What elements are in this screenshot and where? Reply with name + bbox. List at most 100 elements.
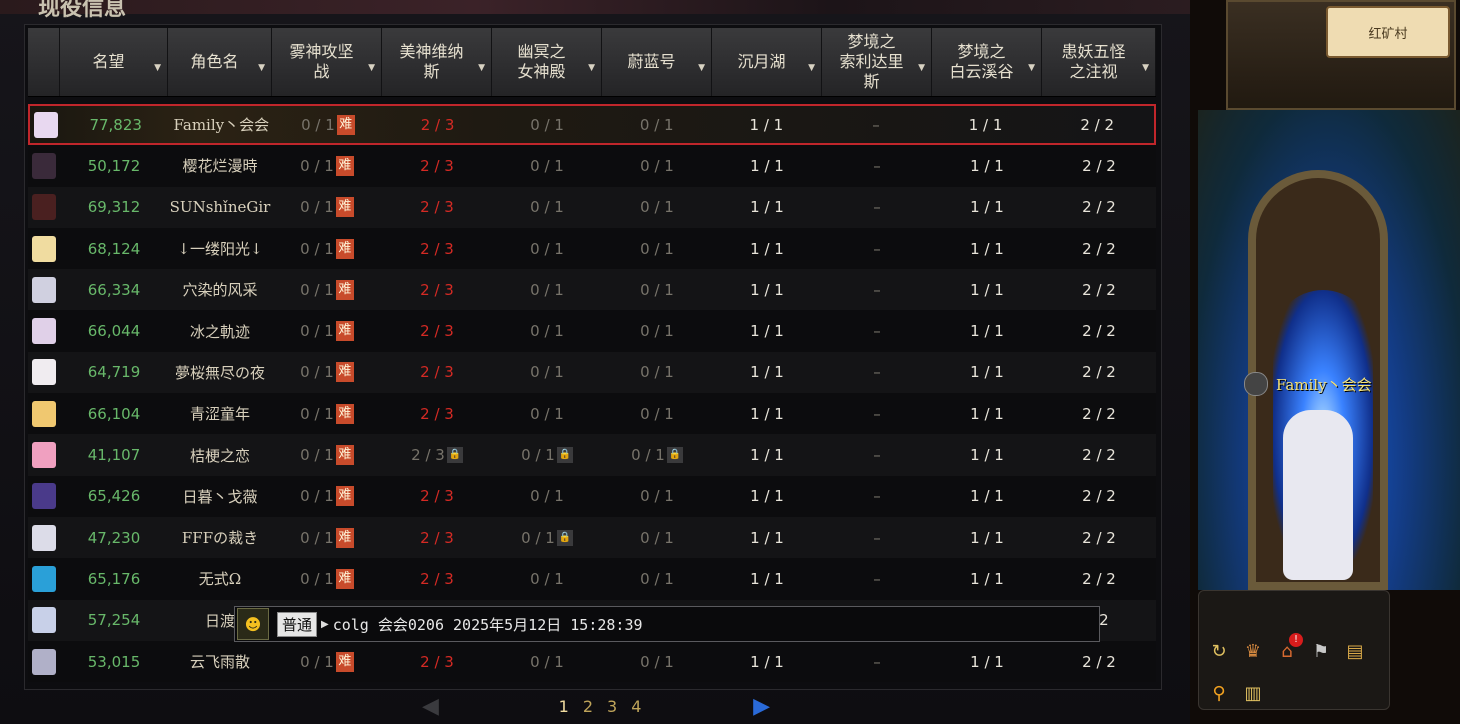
dungeon-icon[interactable]: ⚑ — [1307, 637, 1335, 665]
table-row[interactable]: 53,015 云飞雨散 0 / 1难2 / 30 / 10 / 11 / 1–1 /… — [28, 640, 1156, 683]
page-link-4[interactable]: 4 — [631, 697, 641, 716]
fame-value: 65,426 — [87, 487, 141, 506]
progress-c1: 0 / 1难 — [272, 486, 382, 507]
lock-icon: 🔒 — [446, 447, 463, 464]
table-row[interactable]: 68,124 ↓一缕阳光↓ 0 / 1难2 / 30 / 10 / 11 / 1–1… — [28, 227, 1156, 270]
sort-arrow-icon[interactable]: ▼ — [368, 58, 375, 78]
home-icon[interactable]: ⌂! — [1273, 633, 1303, 665]
page-link-3[interactable]: 3 — [607, 697, 617, 716]
sort-arrow-icon[interactable]: ▼ — [1142, 58, 1149, 78]
progress-c1: 0 / 1难 — [272, 321, 382, 342]
progress-c5: 1 / 1 — [712, 116, 822, 134]
progress-text: 0 / 1 — [530, 280, 564, 299]
avatar — [32, 359, 56, 386]
sort-arrow-icon[interactable]: ▼ — [698, 58, 705, 78]
sort-arrow-icon[interactable]: ▼ — [258, 58, 265, 78]
hard-badge-icon: 难 — [335, 362, 354, 383]
progress-text: 1 / 1 — [970, 652, 1004, 671]
progress-text: 1 / 1 — [970, 569, 1004, 588]
sort-arrow-icon[interactable]: ▼ — [1028, 58, 1035, 78]
avatar-cell — [28, 565, 60, 592]
progress-text: 0 / 1 — [640, 239, 674, 258]
fame-value: 57,254 — [87, 611, 141, 630]
table-row[interactable]: 69,312 SUNshǐneGir 0 / 1难2 / 30 / 10 / 11 … — [28, 186, 1156, 228]
progress-text: – — [873, 239, 881, 258]
character-name: 青涩童年 — [189, 405, 250, 424]
progress-text: – — [873, 156, 881, 175]
sort-arrow-icon[interactable]: ▼ — [478, 58, 485, 78]
character-name: SUNshǐneGir — [169, 198, 271, 217]
progress-c6: – — [822, 198, 932, 216]
refresh-icon[interactable]: ↻ — [1205, 637, 1233, 665]
sort-arrow-icon[interactable]: ▼ — [588, 58, 595, 78]
progress-text: 0 / 1 — [300, 569, 334, 588]
column-header-9[interactable]: 梦境之 白云溪谷 ▼ — [932, 28, 1042, 96]
progress-text: 0 / 1 — [640, 652, 674, 671]
progress-c5: 1 / 1 — [712, 363, 822, 381]
table-body: 77,823 Family丶会会 0 / 1难2 / 30 / 10 / 11 / … — [28, 104, 1156, 683]
hard-badge-icon: 难 — [335, 568, 354, 589]
progress-text: 0 / 1 — [530, 404, 564, 423]
player-character[interactable] — [1283, 410, 1353, 580]
progress-c5: 1 / 1 — [712, 405, 822, 423]
progress-c2: 2 / 3 — [383, 116, 493, 134]
game-toolbar: ↻ ♛ ⌂! ⚑ ▤ ⚲ ▥ — [1198, 590, 1390, 710]
progress-text: – — [873, 198, 881, 217]
book-icon[interactable]: ▥ — [1239, 679, 1267, 707]
column-header-10[interactable]: 患妖五怪 之注视 ▼ — [1042, 28, 1156, 96]
column-header-3[interactable]: 雾神攻坚 战 ▼ — [272, 28, 382, 96]
sort-arrow-icon[interactable]: ▼ — [808, 58, 815, 78]
table-row[interactable]: 41,107 桔梗之恋 0 / 1难2 / 3 🔒 0 / 1 🔒 0 / 1 🔒 1 / 1–… — [28, 434, 1156, 476]
chat-emote-icon[interactable]: ☻ — [237, 608, 269, 640]
chat-channel-tab[interactable]: 普通 — [277, 611, 318, 637]
guild-icon[interactable]: ♛ — [1239, 637, 1267, 665]
table-row[interactable]: 64,719 夢桜無尽の夜 0 / 1难2 / 30 / 10 / 11 / 1–1… — [28, 351, 1156, 394]
progress-text: 0 / 1 — [530, 363, 564, 382]
table-row[interactable]: 65,176 无式Ω 0 / 1难2 / 30 / 10 / 11 / 1–1 / … — [28, 558, 1156, 600]
column-header-8[interactable]: 梦境之 索利达里 斯 ▼ — [822, 28, 932, 96]
page-numbers: 1234 — [552, 697, 649, 716]
progress-text: 0 / 1 — [530, 652, 564, 671]
column-header-label: 梦境之 索利达里 斯 — [839, 32, 904, 91]
column-header-7[interactable]: 沉月湖 ▼ — [712, 28, 822, 96]
prev-page-arrow-icon[interactable]: ◀ — [422, 694, 439, 719]
column-header-4[interactable]: 美神维纳 斯 ▼ — [382, 28, 492, 96]
avatar — [32, 483, 56, 510]
table-row[interactable]: 66,104 青涩童年 0 / 1难2 / 30 / 10 / 11 / 1–1 /… — [28, 393, 1156, 435]
next-page-arrow-icon[interactable]: ▶ — [753, 694, 770, 719]
sort-arrow-icon[interactable]: ▼ — [918, 58, 925, 78]
chat-message-bar[interactable]: ☻ 普通 ▶ colg 会会0206 2025年5月12日 15:28:39 — [234, 606, 1100, 642]
progress-text: 2 / 2 — [1082, 322, 1116, 341]
hard-badge-icon: 难 — [335, 445, 354, 466]
progress-c2: 2 / 3 — [382, 363, 492, 381]
progress-text: 2 / 3 — [420, 198, 454, 217]
page-link-1[interactable]: 1 — [559, 697, 569, 716]
table-header: 名望 ▼ 角色名 ▼ 雾神攻坚 战 ▼ 美神维纳 斯 ▼ 幽冥之 女神殿 ▼ 蔚蓝号 ▼ 沉月湖 ▼ 梦境之… — [28, 28, 1156, 97]
table-row[interactable]: 50,172 樱花烂漫時 0 / 1难2 / 30 / 10 / 11 / 1–1 … — [28, 145, 1156, 187]
table-row[interactable]: 66,044 冰之軌迹 0 / 1难2 / 30 / 10 / 11 / 1–1 /… — [28, 310, 1156, 352]
sort-arrow-icon[interactable]: ▼ — [154, 58, 161, 78]
avatar — [32, 607, 56, 634]
page-link-2[interactable]: 2 — [583, 697, 593, 716]
chest-icon[interactable]: ▤ — [1341, 637, 1369, 665]
table-row[interactable]: 77,823 Family丶会会 0 / 1难2 / 30 / 10 / 11 / … — [28, 104, 1156, 146]
minimap[interactable]: 红矿村 — [1226, 0, 1456, 110]
progress-text: 2 / 3 — [420, 115, 455, 134]
map-pin-icon[interactable]: ⚲ — [1205, 679, 1233, 707]
progress-c1: 0 / 1难 — [272, 527, 382, 548]
column-header-6[interactable]: 蔚蓝号 ▼ — [602, 28, 712, 96]
progress-c4: 0 / 1 — [602, 570, 712, 588]
progress-c6: – — [822, 157, 932, 175]
avatar-cell — [28, 235, 60, 262]
table-row[interactable]: 66,334 穴染的风采 0 / 1难2 / 30 / 10 / 11 / 1–1 … — [28, 269, 1156, 311]
progress-text: – — [873, 569, 881, 588]
table-row[interactable]: 65,426 日暮丶戈薇 0 / 1难2 / 30 / 10 / 11 / 1–1 … — [28, 475, 1156, 517]
table-row[interactable]: 47,230 FFFの裁き 0 / 1难2 / 30 / 1 🔒 0 / 11 / 1–… — [28, 516, 1156, 559]
progress-text: 1 / 1 — [749, 115, 784, 134]
column-header-1[interactable]: 名望 ▼ — [60, 28, 168, 96]
progress-text: 1 / 1 — [750, 569, 784, 588]
column-header-2[interactable]: 角色名 ▼ — [168, 28, 272, 96]
column-header-5[interactable]: 幽冥之 女神殿 ▼ — [492, 28, 602, 96]
progress-c7: 1 / 1 — [932, 405, 1042, 423]
fame-value: 66,104 — [87, 404, 141, 423]
